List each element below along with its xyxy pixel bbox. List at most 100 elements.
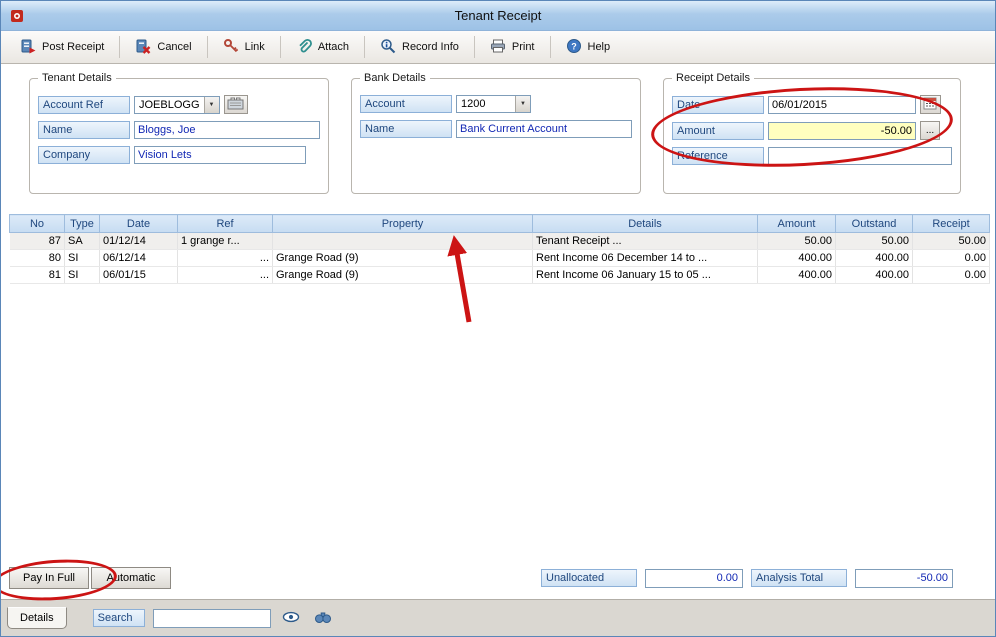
totals: Unallocated 0.00 Analysis Total -50.00	[541, 568, 953, 588]
reference-label: Reference	[672, 147, 764, 165]
details-panels: Tenant Details Account Ref JOEBLOGG ▼ Na…	[29, 72, 961, 194]
bank-details-group: Bank Details Account 1200 ▼ Name	[351, 72, 641, 194]
post-receipt-icon	[20, 38, 36, 57]
account-ref-combo[interactable]: JOEBLOGG ▼	[134, 95, 220, 114]
record-info-icon	[380, 38, 396, 57]
tenant-details-title: Tenant Details	[42, 72, 112, 84]
transactions-table: No Type Date Ref Property Details Amount Outsta…	[9, 214, 990, 284]
print-button[interactable]: Print	[479, 33, 546, 62]
table-cell: 06/01/15	[99, 266, 178, 284]
chevron-down-icon: ▼	[520, 101, 526, 107]
column-header-no[interactable]: No	[9, 214, 65, 233]
svg-text:?: ?	[571, 41, 577, 51]
table-cell: Grange Road (9)	[272, 266, 533, 284]
record-info-button[interactable]: Record Info	[369, 33, 470, 62]
receipt-details-group: Receipt Details Date Amount ... Referenc…	[663, 72, 961, 194]
attach-button[interactable]: Attach	[285, 33, 360, 62]
link-icon	[223, 38, 239, 57]
account-ref-label: Account Ref	[38, 95, 130, 114]
toolbar-separator	[473, 36, 475, 58]
column-header-type[interactable]: Type	[64, 214, 100, 233]
toolbar-separator	[549, 36, 551, 58]
toolbar-separator	[206, 36, 208, 58]
binoculars-button[interactable]	[311, 606, 335, 630]
toolbar-button-label: Record Info	[402, 41, 459, 53]
table-body: 87 SA 01/12/14 1 grange r... Tenant Receipt …	[9, 232, 990, 284]
app-icon	[9, 8, 25, 24]
bank-account-dropdown-button[interactable]: ▼	[515, 96, 530, 112]
table-cell: 0.00	[912, 266, 990, 284]
titlebar: Tenant Receipt	[1, 1, 995, 31]
binoculars-icon	[314, 610, 332, 627]
table-cell: Rent Income 06 January 15 to 05 ...	[532, 266, 758, 284]
table-cell: 01/12/14	[99, 232, 178, 250]
card-index-icon	[227, 96, 245, 113]
table-cell: 80	[9, 249, 65, 267]
post-receipt-button[interactable]: Post Receipt	[9, 33, 115, 62]
analysis-total-label: Analysis Total	[751, 569, 847, 587]
toolbar-separator	[119, 36, 121, 58]
table-cell: 400.00	[835, 266, 913, 284]
calendar-button[interactable]	[920, 95, 941, 114]
client-area: Tenant Details Account Ref JOEBLOGG ▼ Na…	[1, 64, 995, 605]
allocation-footer: Pay In Full Automatic Unallocated 0.00 A…	[9, 567, 953, 589]
column-header-date[interactable]: Date	[99, 214, 178, 233]
toolbar-button-label: Attach	[317, 41, 349, 53]
table-cell	[272, 232, 533, 250]
column-header-details[interactable]: Details	[532, 214, 758, 233]
company-input[interactable]	[134, 146, 306, 164]
table-cell: 400.00	[835, 249, 913, 267]
date-label: Date	[672, 95, 764, 114]
column-header-receipt[interactable]: Receipt	[912, 214, 990, 233]
automatic-button[interactable]: Automatic	[91, 567, 171, 589]
search-input[interactable]	[152, 608, 271, 628]
column-header-outstand[interactable]: Outstand	[835, 214, 913, 233]
attach-icon	[296, 38, 312, 57]
table-cell: 400.00	[757, 249, 836, 267]
column-header-amount[interactable]: Amount	[757, 214, 836, 233]
view-button[interactable]	[279, 606, 303, 630]
date-input[interactable]	[768, 95, 916, 114]
help-button[interactable]: ? Help	[555, 33, 622, 62]
chevron-down-icon: ▼	[208, 101, 215, 108]
bank-name-input[interactable]	[456, 120, 632, 138]
table-cell: 81	[9, 266, 65, 284]
window-title: Tenant Receipt	[454, 8, 542, 23]
analysis-total-value: -50.00	[855, 568, 953, 588]
toolbar-button-label: Cancel	[157, 41, 192, 53]
table-cell: 06/12/14	[99, 249, 178, 267]
table-cell: 0.00	[912, 249, 990, 267]
table-cell: ...	[177, 266, 273, 284]
tenant-name-input[interactable]	[134, 121, 320, 139]
bank-account-combo[interactable]: 1200 ▼	[456, 95, 531, 113]
tenant-name-label: Name	[38, 121, 130, 139]
toolbar-button-label: Print	[511, 41, 535, 53]
account-ref-value: JOEBLOGG	[139, 98, 200, 111]
table-cell: Tenant Receipt ...	[532, 232, 758, 250]
card-index-button[interactable]	[223, 95, 248, 114]
table-cell: Grange Road (9)	[272, 249, 533, 267]
column-header-property[interactable]: Property	[272, 214, 533, 233]
unallocated-value: 0.00	[645, 568, 743, 588]
calendar-icon	[923, 96, 938, 113]
pay-in-full-button[interactable]: Pay In Full	[9, 567, 89, 589]
eye-icon	[282, 610, 300, 627]
account-ref-dropdown-button[interactable]: ▼	[203, 96, 219, 113]
tab-details[interactable]: Details	[7, 607, 67, 629]
table-row[interactable]: 81 SI 06/01/15... Grange Road (9) Rent Incom…	[9, 266, 990, 284]
bank-details-title: Bank Details	[364, 72, 426, 84]
link-button[interactable]: Link	[212, 33, 276, 62]
cancel-button[interactable]: Cancel	[124, 33, 202, 62]
bank-account-value: 1200	[461, 98, 486, 110]
table-row[interactable]: 80 SI 06/12/14... Grange Road (9) Rent Incom…	[9, 249, 990, 267]
column-header-ref[interactable]: Ref	[177, 214, 273, 233]
reference-input[interactable]	[768, 147, 952, 165]
amount-input[interactable]	[768, 121, 916, 140]
print-icon	[490, 38, 506, 57]
amount-browse-button[interactable]: ...	[920, 121, 940, 140]
table-cell: Rent Income 06 December 14 to ...	[532, 249, 758, 267]
table-cell: SA	[64, 232, 100, 250]
table-cell: 50.00	[757, 232, 836, 250]
tenant-details-group: Tenant Details Account Ref JOEBLOGG ▼ Na…	[29, 72, 329, 194]
table-row[interactable]: 87 SA 01/12/14 1 grange r... Tenant Receipt …	[9, 232, 990, 250]
